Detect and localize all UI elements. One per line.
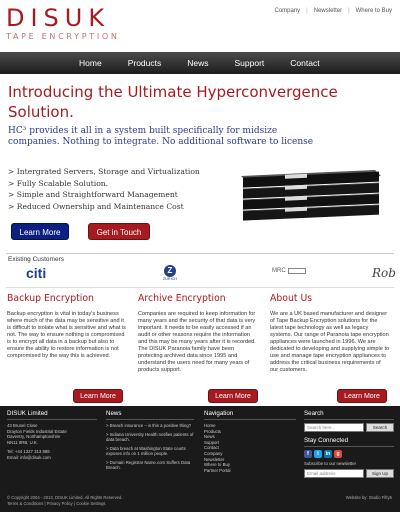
footer-search: Search Search here... Search Stay Connec… — [304, 410, 394, 478]
section-text: Backup encryption is vital in today's bu… — [7, 311, 126, 359]
separator: | — [306, 8, 308, 14]
backup-encryption-section: Backup Encryption Backup encryption is v… — [7, 293, 127, 360]
site-credit[interactable]: Website by: Studio Fifty5 — [346, 495, 392, 500]
news-link[interactable]: > Indiana University Health notifies pat… — [106, 432, 194, 443]
footer: DISUK Limited 43 Brunel Close Drayton Fi… — [0, 406, 400, 512]
mrc-logo: MRC — [272, 268, 306, 274]
mrc-box — [287, 268, 306, 274]
get-in-touch-button[interactable]: Get in Touch — [88, 223, 150, 240]
twitter-icon[interactable]: t — [314, 450, 322, 458]
zurich-mark: Z — [164, 265, 176, 277]
separator: | — [348, 8, 350, 14]
copyright: © Copyright 2004 - 2013, DISUK Limited, … — [7, 495, 123, 507]
zurich-label: ZURICH — [162, 277, 178, 281]
footer-heading: DISUK Limited — [7, 410, 97, 420]
nav-contact[interactable]: Contact — [277, 52, 332, 74]
logo[interactable]: DISUK TAPE ENCRYPTION — [6, 6, 120, 41]
divider — [6, 287, 394, 288]
header: DISUK TAPE ENCRYPTION Company | Newslette… — [0, 0, 400, 52]
page: DISUK TAPE ENCRYPTION Company | Newslette… — [0, 0, 400, 512]
logo-tagline: TAPE ENCRYPTION — [6, 32, 120, 41]
main-nav: Home Products News Support Contact — [0, 52, 400, 74]
section-title: Archive Encryption — [138, 293, 226, 304]
email-input[interactable]: Email address — [304, 468, 364, 478]
nav-news[interactable]: News — [174, 52, 221, 74]
feature-item: > Intergrated Servers, Storage and Virtu… — [8, 167, 200, 176]
archive-learn-more-button[interactable]: Learn More — [208, 389, 258, 403]
section-text: Companies are required to keep informati… — [138, 311, 256, 373]
footer-heading: Search — [304, 410, 394, 420]
news-link[interactable]: > Breach insurance – is this a positive … — [106, 423, 194, 429]
logo-name: DISUK — [6, 4, 111, 32]
search-form: Search here... Search — [304, 423, 394, 432]
feature-item: > Simple and Straightforward Management — [8, 190, 178, 199]
backup-learn-more-button[interactable]: Learn More — [73, 389, 123, 403]
toplink-company[interactable]: Company — [274, 8, 300, 14]
news-link[interactable]: > Data breach at Washington State courts… — [106, 446, 194, 457]
search-input[interactable]: Search here... — [304, 423, 364, 432]
about-learn-more-button[interactable]: Learn More — [337, 389, 387, 403]
hero-subtitle: HC³ provides it all in a system built sp… — [8, 126, 314, 147]
section-title: About Us — [270, 293, 313, 304]
citi-logo: citi — [26, 265, 47, 281]
footer-heading: News — [106, 410, 194, 420]
search-button[interactable]: Search — [366, 423, 394, 432]
linkedin-icon[interactable]: in — [324, 450, 332, 458]
newsletter-form: Email address Sign Up — [304, 468, 394, 478]
customer-logos: citi Z ZURICH MRC Rob — [0, 263, 400, 285]
nav-products[interactable]: Products — [115, 52, 175, 74]
server-image — [241, 170, 381, 221]
footer-navigation: Navigation Home Products News Support Co… — [204, 410, 296, 473]
facebook-icon[interactable]: f — [304, 450, 312, 458]
archive-encryption-section: Archive Encryption Companies are require… — [138, 293, 258, 374]
divider — [6, 253, 394, 254]
address-line: NN11 8RB, U.K. — [7, 439, 38, 445]
feature-item: > Reduced Ownership and Maintenance Cost — [8, 201, 184, 211]
zurich-logo: Z ZURICH — [150, 265, 190, 283]
footer-heading: Stay Connected — [304, 437, 394, 447]
feature-list: > Intergrated Servers, Storage and Virtu… — [8, 166, 200, 212]
top-links: Company | Newsletter | Where to Buy — [274, 8, 392, 14]
section-text: We are a UK based manufacturer and desig… — [270, 311, 390, 373]
mrc-label: MRC — [272, 268, 286, 274]
footer-company: DISUK Limited 43 Brunel Close Drayton Fi… — [7, 410, 97, 461]
subscribe-label: Subscribe to our newsletter — [304, 461, 357, 466]
about-us-section: About Us We are a UK based manufacturer … — [270, 293, 390, 374]
section-title: Backup Encryption — [7, 293, 94, 304]
toplink-where-to-buy[interactable]: Where to Buy — [356, 8, 392, 14]
feature-item: > Fully Scalable Solution. — [8, 178, 109, 188]
hero-title: Introducing the Ultimate Hyperconvergenc… — [8, 83, 338, 121]
nav-home[interactable]: Home — [66, 52, 115, 74]
footer-link[interactable]: Partner Portal — [204, 468, 296, 474]
footer-heading: Navigation — [204, 410, 296, 420]
footer-news: News > Breach insurance – is this a posi… — [106, 410, 194, 474]
googleplus-icon[interactable]: g — [334, 450, 342, 458]
legal-links[interactable]: Terms & Conditions | Privacy Policy | Co… — [7, 501, 123, 507]
news-link[interactable]: > Domain Registrar Name.com Suffers Data… — [106, 460, 194, 471]
toplink-newsletter[interactable]: Newsletter — [314, 8, 342, 14]
rob-logo: Rob — [372, 266, 396, 280]
learn-more-button[interactable]: Learn More — [11, 223, 69, 240]
nav-support[interactable]: Support — [222, 52, 278, 74]
social-icons: f t in g — [304, 450, 394, 458]
signup-button[interactable]: Sign Up — [366, 468, 394, 478]
customers-label: Existing Customers — [8, 256, 64, 263]
email[interactable]: Email: info@disuk.com — [7, 455, 97, 461]
